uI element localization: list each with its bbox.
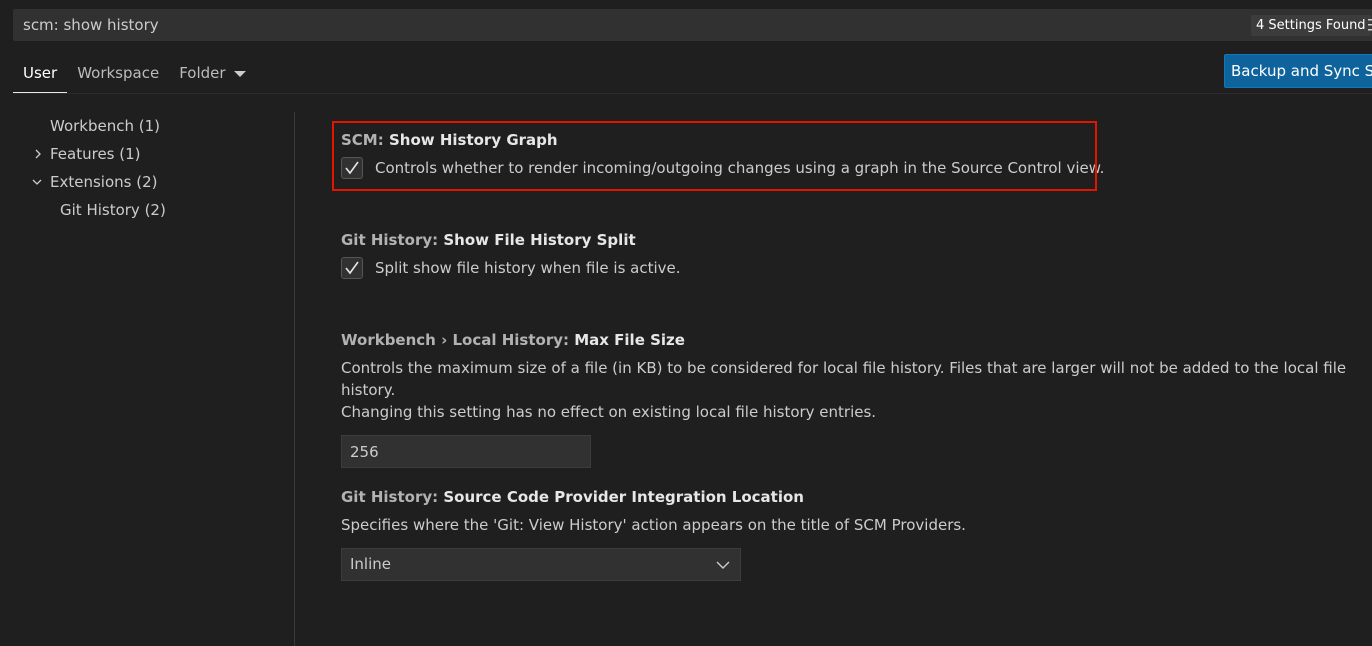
setting-title: Git History: Show File History Split — [341, 230, 681, 250]
setting-local-history-max-file-size: Workbench › Local History: Max File Size… — [341, 330, 1372, 468]
tab-folder-label: Folder — [179, 64, 226, 82]
setting-key: Show File History Split — [443, 231, 636, 249]
setting-key: Source Code Provider Integration Locatio… — [443, 488, 804, 506]
integration-location-select[interactable]: Inline — [341, 548, 741, 581]
setting-description: Specifies where the 'Git: View History' … — [341, 516, 966, 534]
max-file-size-input[interactable] — [341, 435, 591, 468]
setting-key: Max File Size — [574, 331, 685, 349]
setting-title: Workbench › Local History: Max File Size — [341, 330, 1372, 350]
setting-category: Git History: — [341, 488, 444, 506]
setting-category: Workbench › Local History: — [341, 331, 575, 349]
toc-item-label: Workbench (1) — [50, 117, 161, 135]
tab-workspace-label: Workspace — [77, 64, 160, 82]
backup-sync-button[interactable]: Backup and Sync Settings — [1224, 54, 1372, 88]
setting-description: Controls the maximum size of a file (in … — [341, 359, 1347, 399]
toc-item-label: Extensions (2) — [50, 173, 158, 191]
filter-icon[interactable] — [1366, 15, 1372, 35]
tab-workspace[interactable]: Workspace — [67, 56, 169, 92]
caret-down-icon — [233, 70, 246, 77]
tabs-divider — [13, 93, 1372, 94]
tab-user[interactable]: User — [13, 56, 68, 93]
tab-folder[interactable]: Folder — [169, 56, 255, 92]
chevron-down-icon[interactable] — [32, 177, 42, 187]
toc-item-label: Git History (2) — [60, 201, 166, 219]
chevron-right-icon[interactable] — [33, 149, 43, 159]
highlight-box — [332, 121, 1097, 191]
tab-user-label: User — [23, 64, 58, 82]
select-value: Inline — [350, 555, 392, 573]
check-icon — [345, 261, 359, 275]
setting-check-row: Split show file history when file is act… — [341, 257, 681, 279]
toc-item-features[interactable]: Features (1) — [0, 140, 290, 168]
toc-item-extensions[interactable]: Extensions (2) — [0, 168, 290, 196]
setting-description: Split show file history when file is act… — [375, 259, 681, 277]
toc-item-label: Features (1) — [50, 145, 141, 163]
chevron-down-icon — [716, 561, 730, 569]
setting-git-history-show-file-history-split: Git History: Show File History Split Spl… — [341, 230, 681, 279]
git-split-checkbox[interactable] — [341, 257, 363, 279]
settings-search-bar[interactable]: 4 Settings Found — [13, 9, 1372, 41]
settings-toc: Workbench (1) Features (1) Extensions (2… — [0, 112, 290, 224]
settings-scope-tabs: User Workspace Folder — [13, 56, 256, 94]
setting-title: Git History: Source Code Provider Integr… — [341, 487, 966, 507]
setting-git-history-scm-integration-location: Git History: Source Code Provider Integr… — [341, 487, 966, 581]
search-result-count: 4 Settings Found — [1251, 15, 1371, 36]
toc-item-git-history[interactable]: Git History (2) — [0, 196, 290, 224]
settings-search-input[interactable] — [21, 9, 1221, 41]
setting-category: Git History: — [341, 231, 444, 249]
setting-description-line2: Changing this setting has no effect on e… — [341, 403, 877, 421]
toc-item-workbench[interactable]: Workbench (1) — [0, 112, 290, 140]
toc-divider — [294, 112, 295, 646]
